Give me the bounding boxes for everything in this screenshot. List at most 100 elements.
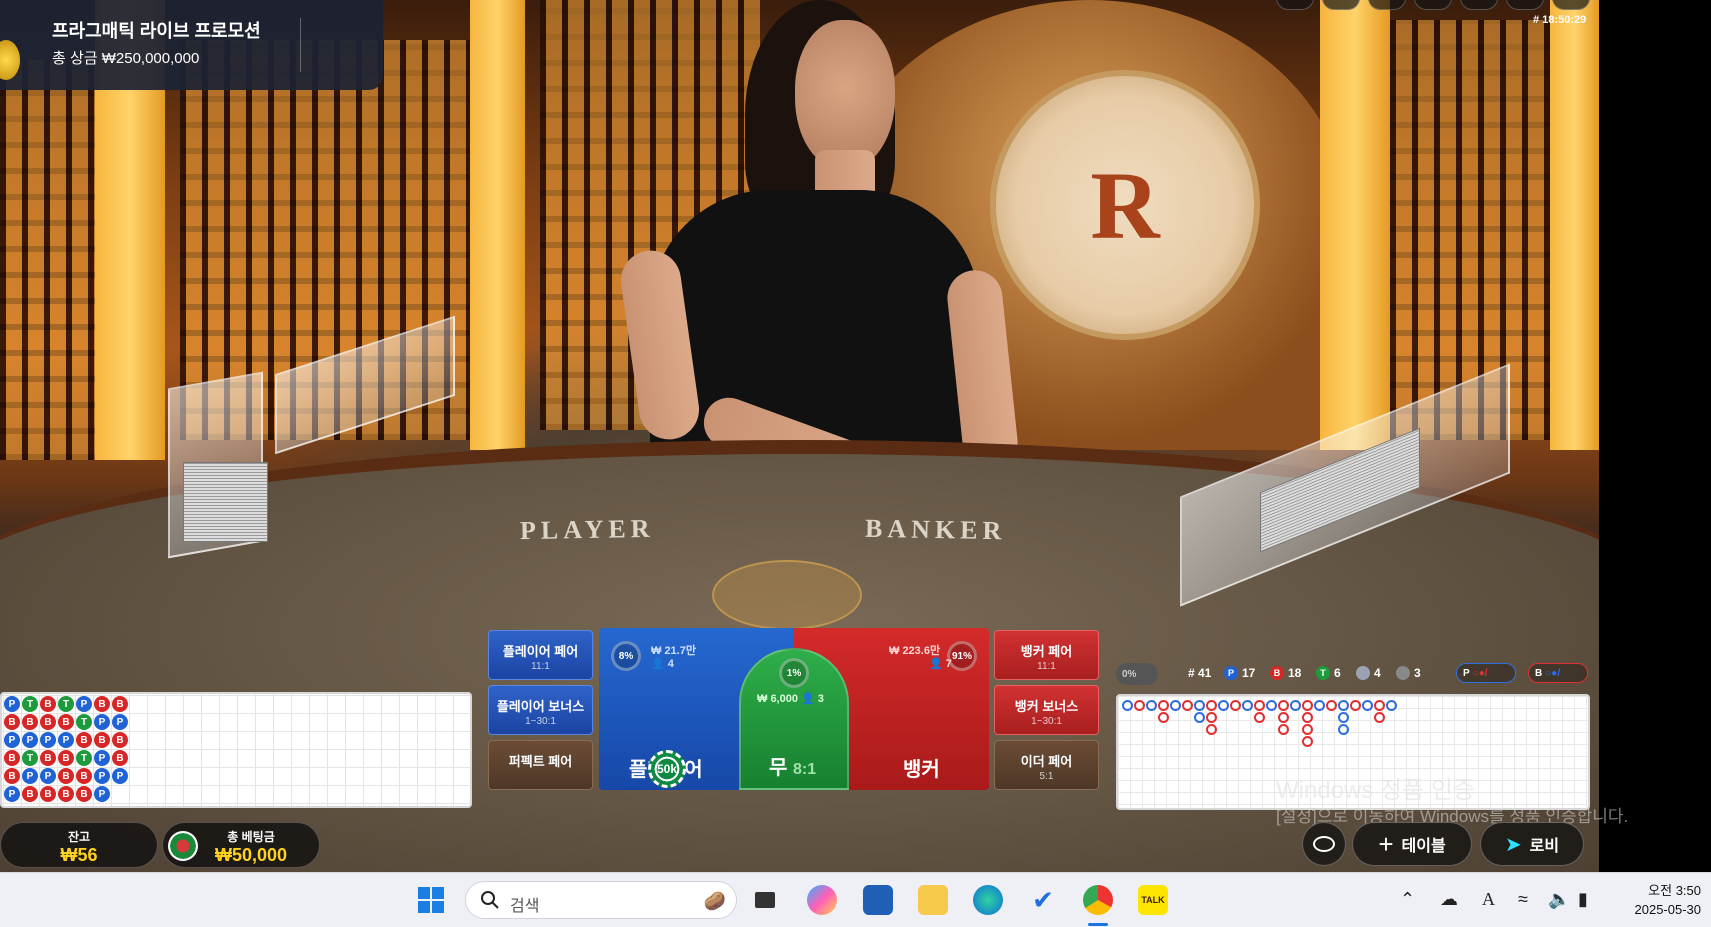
banker-pair-count-value: 3 [1414, 666, 1421, 680]
big-road-ring-b [1134, 700, 1145, 711]
bead-p: P [40, 768, 56, 784]
bead-b: B [94, 732, 110, 748]
bead-b: B [58, 786, 74, 802]
player-pair-bet[interactable]: 플레이어 페어 11:1 [488, 630, 593, 680]
player-predict-button[interactable]: P ○●/ [1456, 663, 1516, 683]
kakaotalk-icon[interactable]: TALK [1138, 885, 1168, 915]
big-road-ring-b [1278, 712, 1289, 723]
edge-browser-icon[interactable] [973, 885, 1003, 915]
either-pair-bet[interactable]: 이더 페어 5:1 [994, 740, 1099, 790]
balance-label: 잔고 [67, 830, 91, 844]
tie-icon: T [1316, 666, 1330, 680]
banker-bettor-count-value: 7 [945, 658, 952, 670]
round-count: # 41 [1188, 666, 1211, 680]
round-count-value: # 41 [1188, 666, 1212, 680]
speaker-icon[interactable]: 🔈 [1548, 889, 1570, 910]
gold-coins-icon [0, 40, 20, 80]
banker-pair-label: 뱅커 페어 [1020, 644, 1073, 659]
tie-bet-area[interactable]: 1% ₩ 6,000 👤 3 무 8:1 [739, 648, 849, 790]
plus-icon: + [1378, 828, 1394, 859]
microsoft-store-icon[interactable] [863, 885, 893, 915]
promo-prize: 총 상금 ₩250,000,000 [52, 50, 200, 67]
big-road-ring-p [1194, 700, 1205, 711]
lattice-wall-left [0, 60, 100, 460]
big-road-ring-b [1374, 712, 1385, 723]
tie-bet-amount-value: ₩ 6,000 [757, 693, 798, 705]
bead-p: P [94, 768, 110, 784]
big-road-ring-p [1194, 712, 1205, 723]
promotion-banner[interactable]: 프라그매틱 라이브 프로모션 총 상금 ₩250,000,000 [0, 0, 383, 90]
bead-p: P [22, 768, 38, 784]
medallion-letter: R [1090, 151, 1160, 259]
wifi-icon[interactable]: ≈ [1518, 889, 1528, 910]
player-pair-label: 플레이어 페어 [502, 644, 579, 659]
bead-p: P [40, 732, 56, 748]
bead-t: T [76, 750, 92, 766]
big-road-ring-b [1206, 724, 1217, 735]
taskbar-search-input[interactable]: 검색 🥔 [465, 881, 737, 919]
banker-bonus-label: 뱅커 보너스 [1014, 699, 1079, 714]
felt-logo [712, 560, 862, 630]
bead-b: B [112, 696, 128, 712]
big-road-ring-b [1326, 700, 1337, 711]
bead-p: P [94, 750, 110, 766]
big-road-ring-p [1122, 700, 1133, 711]
bead-b: B [112, 750, 128, 766]
input-method-icon[interactable]: A [1482, 889, 1495, 910]
todo-icon[interactable]: ✔ [1028, 885, 1058, 915]
player-bonus-odds: 1~30:1 [525, 716, 556, 727]
player-win-count: P 17 [1224, 666, 1255, 680]
bead-p: P [22, 732, 38, 748]
promo-title: 프라그매틱 라이브 프로모션 [52, 21, 261, 41]
road-toggle[interactable]: 0% [1116, 663, 1158, 685]
amber-pillar [470, 0, 525, 450]
banker-bonus-bet[interactable]: 뱅커 보너스 1~30:1 [994, 685, 1099, 735]
add-table-button[interactable]: + 테이블 [1352, 822, 1472, 866]
bead-t: T [22, 696, 38, 712]
placed-chip-50k[interactable]: 50k [648, 750, 686, 788]
tie-bet-amount: ₩ 6,000 👤 3 [757, 693, 824, 705]
royal-medallion-logo: R [990, 70, 1260, 340]
banker-pair-odds: 11:1 [1037, 661, 1056, 672]
bead-b: B [94, 696, 110, 712]
task-view-icon[interactable] [750, 885, 780, 915]
big-road-ring-b [1302, 712, 1313, 723]
amber-pillar [1550, 0, 1599, 450]
copilot-icon[interactable] [807, 885, 837, 915]
system-clock[interactable]: 오전 3:50 2025-05-30 [1635, 881, 1702, 919]
chat-button[interactable] [1302, 822, 1346, 866]
lobby-button[interactable]: ➤ 로비 [1480, 822, 1584, 866]
battery-icon[interactable]: ▮ [1578, 889, 1588, 910]
dealer-face [795, 20, 895, 170]
banker-pair-icon [1396, 666, 1410, 680]
player-bonus-bet[interactable]: 플레이어 보너스 1~30:1 [488, 685, 593, 735]
tie-bet-label: 무 8:1 [769, 751, 816, 780]
bead-t: T [58, 696, 74, 712]
windows-start-icon[interactable] [416, 885, 446, 915]
file-explorer-icon[interactable] [918, 885, 948, 915]
perfect-pair-bet[interactable]: 퍼펙트 페어 [488, 740, 593, 790]
bead-b: B [22, 786, 38, 802]
felt-player-label: PLAYER [519, 513, 655, 546]
onedrive-offline-icon[interactable]: ☁ [1440, 889, 1458, 910]
big-road-ring-p [1338, 700, 1349, 711]
big-road-ring-b [1278, 700, 1289, 711]
bead-road: PBPBBPTBPTPBBBPBPBTBPBBBPTBTBBBPBPPPBPBB… [0, 692, 472, 808]
bead-b: B [76, 732, 92, 748]
big-road-ring-p [1362, 700, 1373, 711]
either-pair-label: 이더 페어 [1020, 754, 1073, 769]
big-road-ring-p [1218, 700, 1229, 711]
balance-display: 잔고 ₩56 [0, 822, 158, 868]
banker-predict-button[interactable]: B ○●/ [1528, 663, 1588, 683]
bead-b: B [58, 714, 74, 730]
chrome-icon[interactable] [1083, 885, 1113, 915]
chevron-up-icon[interactable]: ⌃ [1400, 889, 1415, 910]
tie-bettor-count-value: 3 [817, 693, 824, 705]
bead-p: P [58, 732, 74, 748]
tie-label: 무 [769, 757, 788, 779]
big-road-ring-p [1386, 700, 1397, 711]
bead-b: B [76, 786, 92, 802]
player-win-count-value: 17 [1242, 666, 1256, 680]
big-road-ring-b [1158, 712, 1169, 723]
banker-pair-bet[interactable]: 뱅커 페어 11:1 [994, 630, 1099, 680]
